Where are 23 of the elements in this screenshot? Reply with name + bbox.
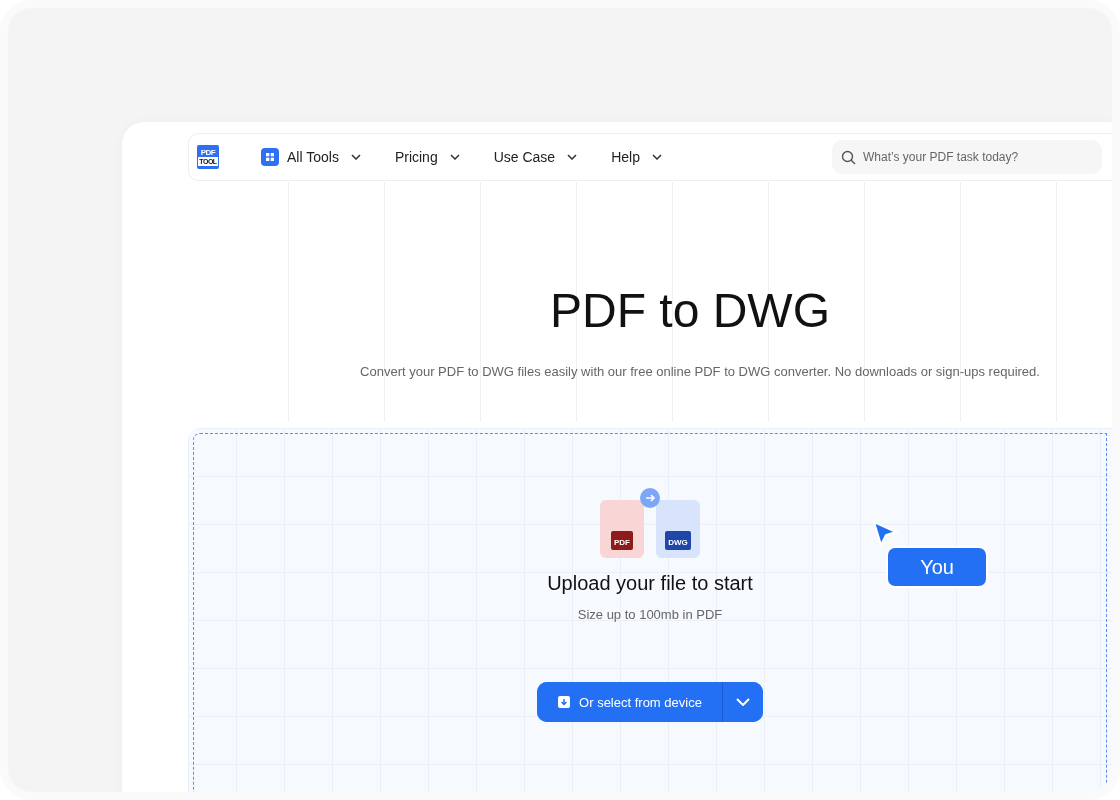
upload-note: Size up to 100mb in PDF [577, 607, 723, 622]
upload-dropzone[interactable]: PDF DWG Upload your file to start Size up to 100mb in PDF Or select from device You [188, 428, 1112, 792]
nav-menu-item[interactable]: Help [605, 144, 668, 170]
file-type-label: PDF [611, 531, 633, 550]
page-subtitle: Convert your PDF to DWG files easily with our free online PDF to DWG converter. No downloads or sign-ups required. [359, 364, 1041, 379]
grid-icon [261, 148, 279, 166]
pointer-icon [872, 520, 898, 548]
chevron-down-icon [735, 698, 750, 706]
chevron-down-icon [449, 154, 460, 160]
chevron-down-icon [651, 154, 662, 160]
nav-menu-item[interactable]: All Tools [255, 144, 367, 170]
arrow-right-icon [640, 488, 660, 508]
page-title: PDF to DWG [549, 283, 831, 338]
upload-heading: Upload your file to start [547, 572, 753, 595]
chevron-down-icon [350, 154, 361, 160]
download-box-icon [557, 695, 572, 709]
cursor-label: You [886, 546, 988, 588]
chevron-down-icon [567, 154, 578, 160]
nav-menu-item[interactable]: Pricing [388, 144, 466, 170]
select-from-device-button[interactable]: Or select from device [537, 682, 723, 722]
nav-menu-item[interactable]: Use Case [487, 144, 584, 170]
search-field[interactable]: What’s your PDF task today? [832, 140, 1102, 174]
file-type-label: DWG [665, 531, 691, 550]
